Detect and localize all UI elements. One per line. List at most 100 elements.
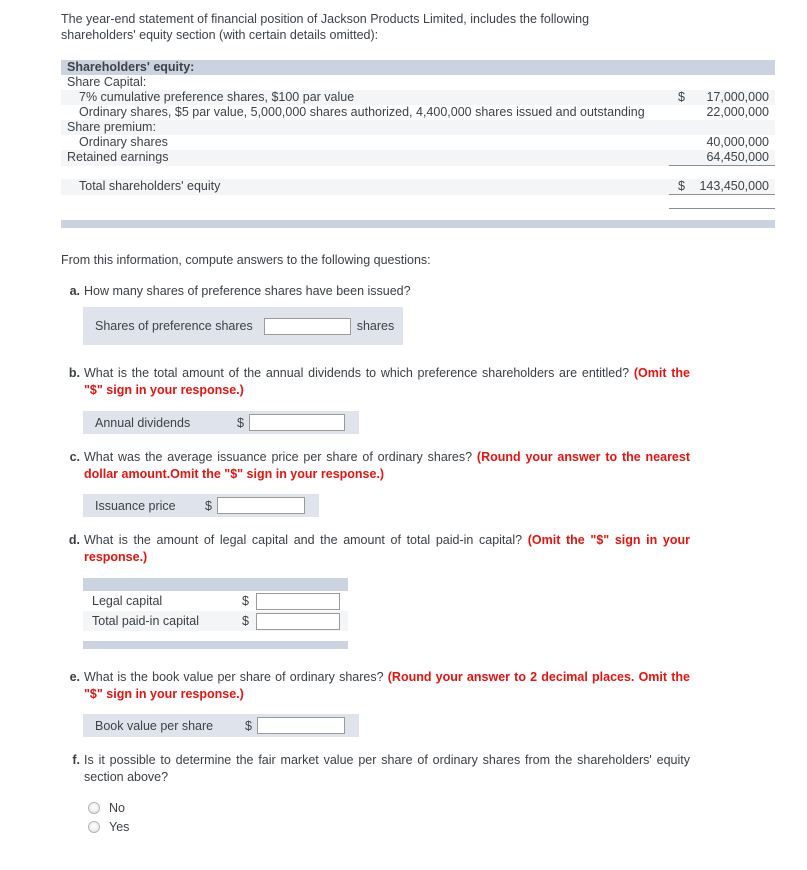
question-d-letter: d. xyxy=(68,533,80,547)
option-yes[interactable]: Yes xyxy=(88,820,129,834)
section-divider-band xyxy=(61,220,775,228)
row-amount: 22,000,000 xyxy=(687,105,775,120)
double-rule-currency xyxy=(669,194,687,209)
option-no[interactable]: No xyxy=(88,801,125,815)
radio-yes-icon[interactable] xyxy=(88,821,100,833)
rule-cell-currency xyxy=(669,165,687,179)
question-b-text-wrap: What is the total amount of the annual d… xyxy=(84,365,690,399)
total-label: Total shareholders' equity xyxy=(61,179,669,195)
book-value-per-share-label: Book value per share xyxy=(95,718,214,733)
spacer-cell xyxy=(61,194,669,209)
total-row: Total shareholders' equity $ 143,450,000 xyxy=(61,179,775,195)
question-e-letter: e. xyxy=(69,670,80,684)
annual-dividends-label: Annual dividends xyxy=(95,415,191,430)
equity-table-header-row: Shareholders' equity: xyxy=(61,60,775,75)
row-currency xyxy=(669,105,687,120)
question-e-text: What is the book value per share of ordi… xyxy=(84,670,388,684)
intro-line-2: shareholders' equity section (with certa… xyxy=(61,28,379,42)
double-rule-row xyxy=(61,194,775,209)
table-row: Ordinary shares 40,000,000 xyxy=(61,135,775,150)
legal-capital-input[interactable] xyxy=(256,592,340,610)
total-currency: $ xyxy=(669,179,687,195)
issuance-price-input[interactable] xyxy=(216,497,305,514)
answer-panel-b: Annual dividends $ xyxy=(83,411,359,434)
total-amount: 143,450,000 xyxy=(687,179,775,195)
legal-capital-label: Legal capital xyxy=(92,594,163,608)
total-paid-in-capital-label: Total paid-in capital xyxy=(92,614,200,628)
equity-header-currency xyxy=(669,60,687,75)
row-amount xyxy=(687,75,775,90)
row-currency xyxy=(669,135,687,150)
question-e: e. What is the book value per share of o… xyxy=(64,669,690,703)
question-d: d. What is the amount of legal capital a… xyxy=(64,532,690,566)
answer-panel-e: Book value per share $ xyxy=(83,714,359,737)
row-label: Ordinary shares, $5 par value, 5,000,000… xyxy=(61,105,669,120)
double-rule-amount xyxy=(687,194,775,209)
option-yes-label: Yes xyxy=(109,820,130,834)
table-row: 7% cumulative preference shares, $100 pa… xyxy=(61,90,775,105)
radio-no-icon[interactable] xyxy=(88,802,100,814)
row-label: Ordinary shares xyxy=(61,135,669,150)
row-currency xyxy=(669,120,687,135)
issuance-price-label: Issuance price xyxy=(95,498,176,513)
intro-paragraph: The year-end statement of financial posi… xyxy=(61,11,661,43)
equity-header-label: Shareholders' equity: xyxy=(61,60,669,75)
question-f-text: Is it possible to determine the fair mar… xyxy=(84,753,690,784)
row-label: Share premium: xyxy=(61,120,669,135)
question-e-text-wrap: What is the book value per share of ordi… xyxy=(84,669,690,703)
table-row: Retained earnings 64,450,000 xyxy=(61,150,775,166)
answer-panel-d: Legal capital $ Total paid-in capital $ xyxy=(83,578,348,649)
shareholders-equity-table: Shareholders' equity: Share Capital: 7% … xyxy=(61,60,775,209)
shares-of-preference-shares-label: Shares of preference shares xyxy=(95,319,253,333)
annual-dividends-input[interactable] xyxy=(248,414,345,431)
intro-line-1: The year-end statement of financial posi… xyxy=(61,12,590,26)
question-d-text: What is the amount of legal capital and … xyxy=(84,533,528,547)
total-paid-in-capital-currency: $ xyxy=(242,614,249,628)
row-amount: 64,450,000 xyxy=(687,150,775,166)
issuance-price-currency: $ xyxy=(205,498,212,513)
row-amount xyxy=(687,120,775,135)
spacer-cell xyxy=(61,165,669,179)
table-row: Share Capital: xyxy=(61,75,775,90)
question-a: a. How many shares of preference shares … xyxy=(64,283,684,300)
option-no-label: No xyxy=(109,801,125,815)
row-currency xyxy=(669,75,687,90)
question-a-text: How many shares of preference shares hav… xyxy=(84,284,411,298)
book-value-per-share-input[interactable] xyxy=(256,717,345,734)
annual-dividends-currency: $ xyxy=(237,415,244,430)
row-label: Retained earnings xyxy=(61,150,669,166)
question-f-letter: f. xyxy=(72,753,80,767)
question-b-text: What is the total amount of the annual d… xyxy=(84,366,634,380)
shares-of-preference-shares-input[interactable] xyxy=(263,317,351,335)
row-currency: $ xyxy=(669,90,687,105)
question-b: b. What is the total amount of the annua… xyxy=(64,365,690,399)
rule-cell-amount xyxy=(687,165,775,179)
question-b-letter: b. xyxy=(68,366,80,380)
row-currency xyxy=(669,150,687,166)
book-value-per-share-currency: $ xyxy=(245,718,252,733)
question-c-text-wrap: What was the average issuance price per … xyxy=(84,449,690,483)
question-c-letter: c. xyxy=(69,450,80,464)
table-row: Ordinary shares, $5 par value, 5,000,000… xyxy=(61,105,775,120)
equity-header-amount xyxy=(687,60,775,75)
legal-capital-row: Legal capital $ xyxy=(83,591,348,611)
questions-intro: From this information, compute answers t… xyxy=(61,253,431,267)
row-label: 7% cumulative preference shares, $100 pa… xyxy=(61,90,669,105)
question-f: f. Is it possible to determine the fair … xyxy=(64,752,690,786)
question-a-letter: a. xyxy=(69,284,80,298)
row-amount: 40,000,000 xyxy=(687,135,775,150)
panel-d-footer-bar xyxy=(83,641,348,649)
row-amount: 17,000,000 xyxy=(687,90,775,105)
row-label: Share Capital: xyxy=(61,75,669,90)
shares-unit-label: shares xyxy=(356,319,395,333)
subtotal-rule-row xyxy=(61,165,775,179)
answer-panel-a: Shares of preference shares shares xyxy=(83,307,403,345)
legal-capital-currency: $ xyxy=(242,594,249,608)
worksheet-page: The year-end statement of financial posi… xyxy=(0,0,807,870)
total-paid-in-capital-row: Total paid-in capital $ xyxy=(83,611,348,631)
panel-d-header-bar xyxy=(83,578,348,591)
table-row: Share premium: xyxy=(61,120,775,135)
question-c-text: What was the average issuance price per … xyxy=(84,450,477,464)
question-d-text-wrap: What is the amount of legal capital and … xyxy=(84,532,690,566)
total-paid-in-capital-input[interactable] xyxy=(256,612,340,630)
